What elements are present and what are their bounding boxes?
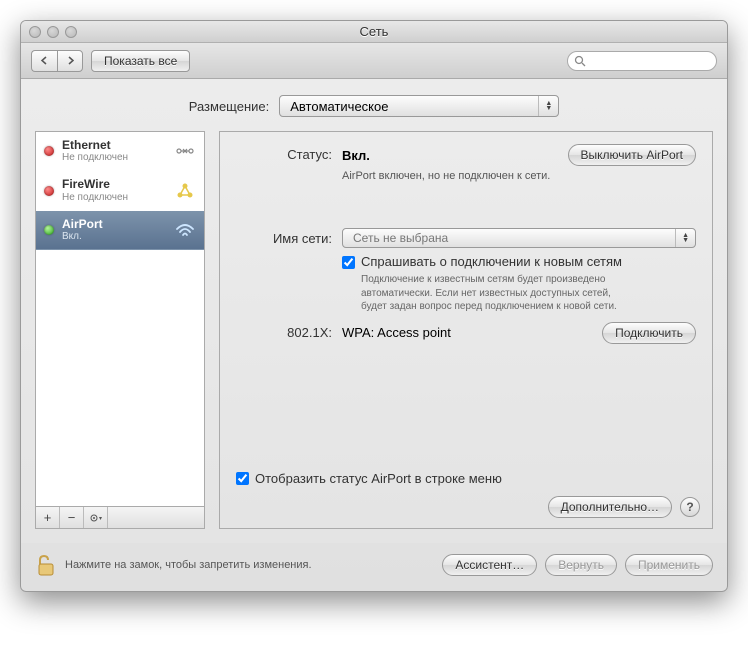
status-value: Вкл. xyxy=(342,148,370,163)
ask-new-networks-row: Спрашивать о подключении к новым сетям П… xyxy=(342,254,696,314)
show-in-menubar-row: Отобразить статус AirPort в строке меню xyxy=(236,471,502,486)
location-select[interactable]: Автоматическое ▲▼ xyxy=(279,95,559,117)
status-subtext: AirPort включен, но не подключен к сети. xyxy=(342,170,696,182)
status-label: Статус: xyxy=(232,144,342,162)
search-icon xyxy=(574,55,586,67)
gear-icon xyxy=(89,512,103,524)
sidebar-item-ethernet[interactable]: Ethernet Не подключен xyxy=(36,132,204,171)
detail-panel: Статус: Вкл. Выключить AirPort AirPort в… xyxy=(219,131,713,529)
show-in-menubar-checkbox[interactable] xyxy=(236,472,249,485)
body-area: Размещение: Автоматическое ▲▼ Ethernet Н… xyxy=(21,79,727,543)
unlocked-padlock-icon xyxy=(35,553,57,577)
sidebar-item-name: FireWire xyxy=(62,177,166,191)
assist-button[interactable]: Ассистент… xyxy=(442,554,537,576)
network-name-label: Имя сети: xyxy=(232,228,342,246)
apply-button[interactable]: Применить xyxy=(625,554,713,576)
sidebar-column: Ethernet Не подключен FireWire Не подклю… xyxy=(35,131,205,529)
sidebar-item-status: Не подключен xyxy=(62,192,166,204)
sidebar-item-text: FireWire Не подключен xyxy=(62,177,166,203)
toolbar: Показать все xyxy=(21,43,727,79)
remove-interface-button[interactable]: − xyxy=(60,507,84,528)
dot1x-value: WPA: Access point xyxy=(342,325,451,340)
network-name-row: Имя сети: Сеть не выбрана ▲▼ Спрашивать … xyxy=(232,228,696,314)
sidebar-item-text: AirPort Вкл. xyxy=(62,217,166,243)
location-value: Автоматическое xyxy=(290,99,388,114)
wifi-icon xyxy=(174,222,196,238)
ask-new-networks-desc: Подключение к известным сетям будет прои… xyxy=(361,273,621,314)
ask-new-networks-label: Спрашивать о подключении к новым сетям xyxy=(361,254,622,269)
ask-new-networks-checkbox[interactable] xyxy=(342,256,355,269)
dot1x-connect-button[interactable]: Подключить xyxy=(602,322,696,344)
advanced-button[interactable]: Дополнительно… xyxy=(548,496,672,518)
main-row: Ethernet Не подключен FireWire Не подклю… xyxy=(35,131,713,529)
interface-actions-button[interactable] xyxy=(84,507,108,528)
status-dot-icon xyxy=(44,186,54,196)
sidebar-item-status: Вкл. xyxy=(62,231,166,243)
status-dot-icon xyxy=(44,225,54,235)
revert-button[interactable]: Вернуть xyxy=(545,554,617,576)
sidebar-item-firewire[interactable]: FireWire Не подключен xyxy=(36,171,204,210)
location-label: Размещение: xyxy=(189,99,270,114)
status-row: Статус: Вкл. Выключить AirPort AirPort в… xyxy=(232,144,696,182)
search-input[interactable] xyxy=(567,51,717,71)
ethernet-icon xyxy=(174,143,196,159)
dot1x-row: 802.1X: WPA: Access point Подключить xyxy=(232,322,696,344)
status-dot-icon xyxy=(44,146,54,156)
network-preferences-window: Сеть Показать все Размещение: Автоматиче… xyxy=(20,20,728,592)
sidebar-item-name: AirPort xyxy=(62,217,166,231)
status-value-area: Вкл. Выключить AirPort AirPort включен, … xyxy=(342,144,696,182)
dot1x-label: 802.1X: xyxy=(232,325,342,340)
footer-bar: Нажмите на замок, чтобы запретить измене… xyxy=(21,543,727,591)
help-button[interactable]: ? xyxy=(680,497,700,517)
forward-button[interactable] xyxy=(57,50,83,72)
sidebar-item-airport[interactable]: AirPort Вкл. xyxy=(36,211,204,250)
location-row: Размещение: Автоматическое ▲▼ xyxy=(35,95,713,117)
network-name-value: Сеть не выбрана xyxy=(353,231,448,245)
show-all-button[interactable]: Показать все xyxy=(91,50,190,72)
lock-text: Нажмите на замок, чтобы запретить измене… xyxy=(65,559,312,571)
show-in-menubar-label: Отобразить статус AirPort в строке меню xyxy=(255,471,502,486)
network-name-select[interactable]: Сеть не выбрана ▲▼ xyxy=(342,228,696,248)
lock-area[interactable]: Нажмите на замок, чтобы запретить измене… xyxy=(35,553,312,577)
nav-segment xyxy=(31,50,83,72)
back-button[interactable] xyxy=(31,50,57,72)
add-interface-button[interactable]: + xyxy=(36,507,60,528)
select-arrows-icon: ▲▼ xyxy=(538,96,552,116)
interface-sidebar: Ethernet Не подключен FireWire Не подклю… xyxy=(35,131,205,507)
window-title: Сеть xyxy=(21,24,727,39)
firewire-icon xyxy=(174,182,196,200)
detail-bottom-actions: Дополнительно… ? xyxy=(548,496,700,518)
sidebar-item-status: Не подключен xyxy=(62,152,166,164)
titlebar: Сеть xyxy=(21,21,727,43)
sidebar-footer: + − xyxy=(35,507,205,529)
select-arrows-icon: ▲▼ xyxy=(675,229,689,247)
sidebar-item-text: Ethernet Не подключен xyxy=(62,138,166,164)
toggle-airport-button[interactable]: Выключить AirPort xyxy=(568,144,696,166)
sidebar-item-name: Ethernet xyxy=(62,138,166,152)
